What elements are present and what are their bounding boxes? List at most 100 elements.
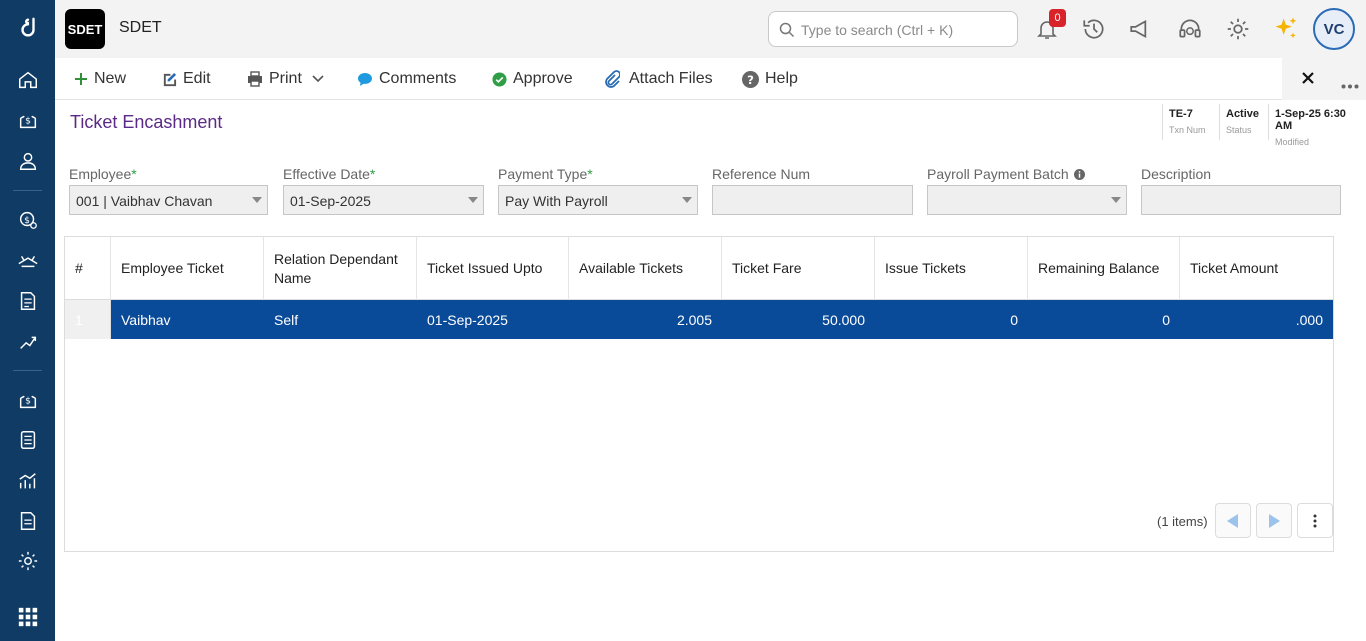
search-icon <box>779 22 795 38</box>
edit-button-label: Edit <box>183 70 211 87</box>
edit-pencil-icon <box>162 72 177 87</box>
modified-meta: 1-Sep-25 6:30 AM Modified <box>1268 104 1364 147</box>
finance-icon[interactable]: $ <box>16 208 40 232</box>
employee-select[interactable]: 001 | Vaibhav Chavan <box>69 185 268 215</box>
ticket-fare-cell[interactable]: 50.000 <box>722 300 875 339</box>
column-header-remaining-balance[interactable]: Remaining Balance <box>1028 237 1180 300</box>
modified-label: Modified <box>1275 137 1310 147</box>
settings-gear-icon[interactable] <box>1224 15 1252 43</box>
comments-button[interactable]: Comments <box>357 68 456 90</box>
column-header-number[interactable]: # <box>65 237 111 300</box>
reference-num-input[interactable] <box>712 185 913 215</box>
effective-date-field: Effective Date * 01-Sep-2025 <box>283 165 484 215</box>
available-tickets-cell[interactable]: 2.005 <box>569 300 722 339</box>
column-header-relation-dependant-name[interactable]: Relation Dependant Name <box>264 237 417 300</box>
column-header-employee-ticket[interactable]: Employee Ticket <box>111 237 264 300</box>
description-input[interactable] <box>1141 185 1341 215</box>
new-button[interactable]: New <box>74 68 126 90</box>
ai-sparkle-icon[interactable] <box>1272 15 1300 43</box>
settings-icon[interactable] <box>16 549 40 573</box>
file-icon[interactable] <box>16 509 40 533</box>
table-row[interactable]: 1 Vaibhav Self 01-Sep-2025 2.005 50.000 … <box>65 300 1333 339</box>
home-icon[interactable] <box>16 68 40 92</box>
ticket-grid: # Employee Ticket Relation Dependant Nam… <box>64 236 1334 552</box>
caret-down-icon[interactable] <box>463 186 483 214</box>
description-label: Description <box>1141 166 1212 182</box>
svg-text:$: $ <box>25 396 31 407</box>
action-toolbar: New Edit Print Comments Approve Attach F… <box>55 58 1366 100</box>
growth-icon[interactable] <box>16 329 40 353</box>
support-headset-icon[interactable] <box>1176 15 1204 43</box>
document-icon[interactable] <box>16 428 40 452</box>
txn-num-label: Txn Num <box>1169 125 1206 135</box>
status-meta: Active Status <box>1219 104 1267 140</box>
payroll-batch-select[interactable] <box>927 185 1127 215</box>
caret-down-icon[interactable] <box>1106 186 1126 214</box>
column-header-ticket-amount[interactable]: Ticket Amount <box>1180 237 1333 300</box>
employee-icon[interactable] <box>16 149 40 173</box>
effective-date-label: Effective Date <box>283 166 370 182</box>
page-title: Ticket Encashment <box>70 112 223 132</box>
employee-label: Employee <box>69 166 132 182</box>
column-header-available-tickets[interactable]: Available Tickets <box>569 237 722 300</box>
ticket-issued-upto-cell[interactable]: 01-Sep-2025 <box>417 300 569 339</box>
edit-button[interactable]: Edit <box>162 68 211 90</box>
triangle-right-icon <box>1269 513 1280 528</box>
apps-grid-icon[interactable] <box>16 605 40 629</box>
status-label: Status <box>1226 125 1252 135</box>
more-options-icon[interactable] <box>1341 76 1359 94</box>
payment-type-field: Payment Type * Pay With Payroll <box>498 165 698 215</box>
status-value: Active <box>1226 108 1260 120</box>
reference-num-label: Reference Num <box>712 166 811 182</box>
svg-text:$: $ <box>24 215 30 226</box>
effective-date-picker[interactable]: 01-Sep-2025 <box>283 185 484 215</box>
user-avatar[interactable]: VC <box>1313 8 1355 50</box>
brand-logo-icon[interactable] <box>16 16 40 40</box>
comments-button-label: Comments <box>379 70 457 87</box>
attach-files-button[interactable]: Attach Files <box>604 68 713 90</box>
next-page-button[interactable] <box>1256 503 1292 538</box>
approve-button[interactable]: Approve <box>492 68 573 90</box>
help-button[interactable]: ? Help <box>742 68 798 90</box>
payment-icon[interactable]: $ <box>16 388 40 412</box>
remaining-balance-cell[interactable]: 0 <box>1028 300 1180 339</box>
payment-type-select[interactable]: Pay With Payroll <box>498 185 698 215</box>
history-icon[interactable] <box>1080 15 1108 43</box>
column-header-issue-tickets[interactable]: Issue Tickets <box>875 237 1028 300</box>
report-icon[interactable] <box>16 289 40 313</box>
close-icon[interactable] <box>1301 71 1315 90</box>
info-icon[interactable] <box>1073 168 1085 180</box>
employee-value: 001 | Vaibhav Chavan <box>76 193 213 209</box>
travel-icon[interactable] <box>16 248 40 272</box>
check-circle-icon <box>492 71 507 87</box>
previous-page-button[interactable] <box>1215 503 1251 538</box>
app-logo[interactable]: SDET <box>65 9 105 49</box>
issue-tickets-cell[interactable]: 0 <box>875 300 1028 339</box>
employee-field: Employee * 001 | Vaibhav Chavan <box>69 165 269 215</box>
payroll-icon[interactable]: $ <box>16 108 40 132</box>
print-button[interactable]: Print <box>247 68 324 90</box>
grid-header: # Employee Ticket Relation Dependant Nam… <box>65 237 1333 300</box>
relation-dependant-name-cell[interactable]: Self <box>264 300 417 339</box>
caret-down-icon[interactable] <box>677 186 697 214</box>
new-button-label: New <box>94 70 127 87</box>
column-header-ticket-fare[interactable]: Ticket Fare <box>722 237 875 300</box>
txn-num-meta: TE-7 Txn Num <box>1162 104 1218 140</box>
attach-files-button-label: Attach Files <box>629 70 713 87</box>
svg-text:?: ? <box>747 72 754 86</box>
caret-down-icon[interactable] <box>247 186 267 214</box>
ticket-amount-cell[interactable]: .000 <box>1180 300 1333 339</box>
announcement-megaphone-icon[interactable] <box>1127 15 1155 43</box>
search-input[interactable] <box>801 20 1011 40</box>
search-box[interactable] <box>768 11 1018 47</box>
txn-num-value: TE-7 <box>1169 108 1193 120</box>
grid-options-button[interactable] <box>1297 503 1333 538</box>
analytics-icon[interactable] <box>16 469 40 493</box>
column-header-ticket-issued-upto[interactable]: Ticket Issued Upto <box>417 237 569 300</box>
svg-text:$: $ <box>25 116 31 127</box>
top-bar: SDET SDET 0 VC <box>55 0 1366 58</box>
chevron-down-icon <box>312 75 324 83</box>
modified-value: 1-Sep-25 6:30 AM <box>1275 108 1346 132</box>
employee-ticket-cell[interactable]: Vaibhav <box>111 300 264 339</box>
effective-date-value: 01-Sep-2025 <box>290 193 371 209</box>
